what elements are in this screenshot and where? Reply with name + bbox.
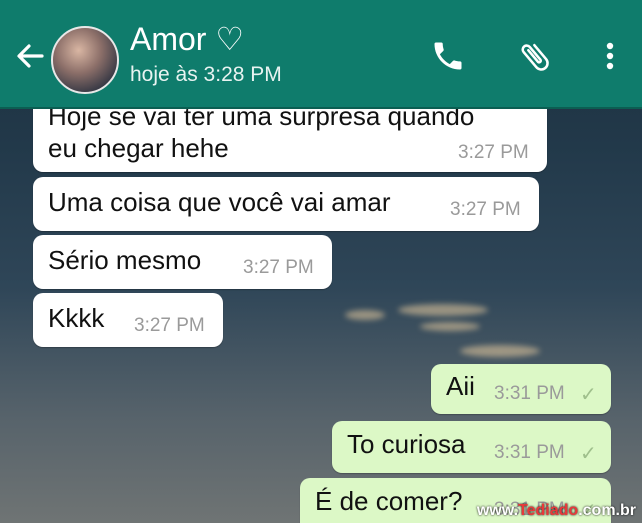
message-bubble-incoming[interactable]: Kkkk 3:27 PM — [33, 293, 223, 347]
message-time: 3:27 PM — [134, 315, 205, 336]
message-bubble-outgoing[interactable]: Aii 3:31 PM ✓ — [431, 364, 611, 414]
message-text: Hoje se vai ter uma surpresa quando eu c… — [48, 101, 475, 163]
wallpaper-cloud — [345, 310, 385, 320]
message-status-check-icon: ✓ — [580, 443, 597, 465]
wallpaper-cloud — [398, 304, 488, 316]
message-time: 3:27 PM — [243, 257, 314, 278]
message-text: Sério mesmo — [48, 245, 202, 275]
message-time: 3:31 PM — [494, 383, 565, 404]
message-time: 3:27 PM — [450, 199, 521, 220]
chat-screen: Hoje se vai ter uma surpresa quando eu c… — [0, 0, 642, 523]
message-time: 3:27 PM — [458, 142, 529, 163]
message-text: Aii — [446, 371, 475, 401]
message-text: To curiosa — [347, 429, 466, 459]
phone-icon[interactable] — [430, 38, 466, 74]
watermark-prefix: www. — [476, 502, 519, 519]
message-bubble-incoming[interactable]: Sério mesmo 3:27 PM — [33, 235, 332, 289]
more-vertical-icon[interactable] — [596, 38, 624, 74]
message-text: Uma coisa que você vai amar — [48, 187, 391, 217]
message-bubble-incoming[interactable]: Uma coisa que você vai amar 3:27 PM — [33, 177, 539, 231]
contact-avatar[interactable] — [51, 26, 119, 94]
message-bubble-outgoing[interactable]: To curiosa 3:31 PM ✓ — [332, 421, 611, 473]
message-status-check-icon: ✓ — [580, 384, 597, 406]
message-time: 3:31 PM — [494, 442, 565, 463]
wallpaper-cloud — [460, 345, 540, 357]
chat-header: Amor ♡ hoje às 3:28 PM — [0, 0, 642, 109]
wallpaper-cloud — [420, 322, 480, 331]
message-text: Kkkk — [48, 303, 105, 333]
watermark: www.Tediado.com.br — [477, 502, 636, 520]
paperclip-icon[interactable] — [516, 38, 552, 74]
watermark-suffix: .com.br — [578, 502, 636, 519]
message-text: É de comer? — [315, 486, 463, 516]
watermark-brand: Tediado — [518, 502, 579, 519]
contact-name[interactable]: Amor ♡ — [130, 20, 244, 58]
last-seen-status: hoje às 3:28 PM — [130, 63, 282, 86]
back-arrow-icon[interactable] — [12, 38, 48, 74]
